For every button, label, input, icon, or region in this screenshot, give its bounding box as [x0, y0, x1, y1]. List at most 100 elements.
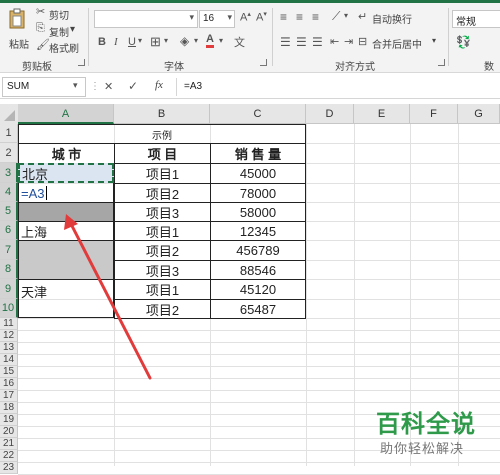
decrease-font-icon[interactable]: A▾ [256, 10, 267, 24]
row-header-3[interactable]: 3 [0, 163, 18, 183]
merge-center-button[interactable]: ⊟ 合并后居中 ▾ [358, 36, 444, 51]
header-item[interactable]: 项 目 [114, 143, 211, 164]
cell-item-4[interactable]: 项目2 [114, 183, 211, 203]
row-header-10[interactable]: 10 [0, 299, 18, 318]
header-sales[interactable]: 销 售 量 [210, 143, 306, 164]
alignment-launcher-icon[interactable] [438, 59, 445, 66]
row-header-2[interactable]: 2 [0, 143, 18, 163]
column-header-c[interactable]: C [210, 104, 306, 124]
name-box[interactable]: SUM ▾ [2, 77, 86, 97]
enter-icon[interactable]: ✓ [128, 79, 138, 93]
align-center-icon[interactable]: ☰ [296, 35, 307, 49]
cell-a3[interactable]: 北京 [18, 163, 114, 183]
decrease-indent-icon[interactable]: ⇤ [330, 35, 339, 48]
column-header-e[interactable]: E [354, 104, 410, 124]
cell-a9[interactable]: 天津 [18, 279, 114, 318]
column-header-g[interactable]: G [458, 104, 500, 124]
cell-a6[interactable]: 上海 [18, 221, 114, 241]
row-header-11[interactable]: 11 [0, 318, 18, 330]
cell-sales-5[interactable]: 58000 [210, 202, 306, 222]
name-box-dropdown-icon[interactable]: ▾ [73, 80, 78, 91]
number-format-dropdown[interactable]: 常规 [452, 10, 500, 28]
align-left-icon[interactable]: ☰ [280, 35, 291, 49]
cell-item-9[interactable]: 项目1 [114, 279, 211, 300]
row-header-21[interactable]: 21 [0, 438, 18, 450]
select-all-button[interactable] [0, 104, 19, 125]
cell-item-6[interactable]: 项目1 [114, 221, 211, 241]
fill-color-dropdown-icon[interactable]: ▾ [194, 36, 198, 45]
cell-item-5[interactable]: 项目3 [114, 202, 211, 222]
column-header-b[interactable]: B [114, 104, 210, 124]
cell-a4-editing[interactable]: =A3 [18, 183, 114, 203]
cell-sales-7[interactable]: 456789 [210, 240, 306, 261]
cell-item-10[interactable]: 项目2 [114, 299, 211, 319]
font-color-dropdown-icon[interactable]: ▾ [219, 36, 223, 45]
row-header-23[interactable]: 23 [0, 462, 18, 474]
cell-a5-selected[interactable] [18, 202, 114, 222]
increase-font-icon[interactable]: A▴ [240, 10, 251, 24]
underline-dropdown-icon[interactable]: ▾ [138, 36, 142, 45]
phonetic-icon[interactable]: 文 [234, 34, 245, 50]
paste-button[interactable]: 粘贴 [6, 6, 29, 52]
cell-sales-4[interactable]: 78000 [210, 183, 306, 203]
row-header-8[interactable]: 8 [0, 260, 18, 279]
border-dropdown-icon[interactable]: ▾ [164, 36, 168, 45]
row-header-6[interactable]: 6 [0, 221, 18, 240]
align-bottom-icon[interactable]: ≡ [312, 10, 319, 24]
row-header-13[interactable]: 13 [0, 342, 18, 354]
row-header-18[interactable]: 18 [0, 402, 18, 414]
orientation-icon[interactable]: ⟋ [332, 9, 340, 24]
italic-icon[interactable]: I [114, 36, 118, 48]
row-header-17[interactable]: 17 [0, 390, 18, 402]
cell-sales-6[interactable]: 12345 [210, 221, 306, 241]
font-name-dropdown[interactable]: ▾ [94, 10, 198, 28]
row-header-7[interactable]: 7 [0, 240, 18, 260]
currency-icon[interactable]: 💱 [456, 35, 471, 49]
copy-button[interactable]: ⎘ 复制 ▾ [36, 22, 80, 39]
cell-sales-10[interactable]: 65487 [210, 299, 306, 319]
row-header-12[interactable]: 12 [0, 330, 18, 342]
fill-color-icon[interactable]: ◈ [180, 34, 189, 48]
border-icon[interactable]: ⊞ [150, 34, 161, 50]
font-color-icon[interactable]: A [206, 34, 214, 48]
header-city[interactable]: 城 市 [18, 143, 115, 164]
column-header-d[interactable]: D [306, 104, 354, 124]
formula-bar-grip-icon[interactable]: ⋮ [90, 81, 100, 92]
title-cell[interactable]: 示例 [18, 124, 306, 144]
cell-sales-8[interactable]: 88546 [210, 260, 306, 280]
cell-item-7[interactable]: 项目2 [114, 240, 211, 261]
row-header-22[interactable]: 22 [0, 450, 18, 462]
cut-button[interactable]: ✂ 剪切 [36, 6, 76, 22]
row-header-20[interactable]: 20 [0, 426, 18, 438]
copy-dropdown-icon[interactable]: ▾ [70, 24, 75, 35]
column-header-a[interactable]: A [18, 104, 114, 124]
clipboard-launcher-icon[interactable] [78, 59, 85, 66]
column-header-f[interactable]: F [410, 104, 458, 124]
row-header-19[interactable]: 19 [0, 414, 18, 426]
font-launcher-icon[interactable] [260, 59, 267, 66]
align-middle-icon[interactable]: ≡ [296, 10, 303, 24]
cancel-icon[interactable]: ✕ [104, 80, 113, 93]
row-header-4[interactable]: 4 [0, 183, 18, 202]
underline-icon[interactable]: U [128, 36, 136, 48]
row-header-16[interactable]: 16 [0, 378, 18, 390]
cell-sales-9[interactable]: 45120 [210, 279, 306, 300]
row-header-14[interactable]: 14 [0, 354, 18, 366]
wrap-text-button[interactable]: ↵ 自动换行 [358, 10, 428, 26]
increase-indent-icon[interactable]: ⇥ [344, 35, 353, 48]
insert-function-icon[interactable]: fx [155, 79, 163, 91]
row-header-15[interactable]: 15 [0, 366, 18, 378]
align-right-icon[interactable]: ☰ [312, 35, 323, 49]
format-painter-button[interactable]: 🖌 格式刷 [36, 39, 80, 55]
cell-sales-3[interactable]: 45000 [210, 163, 306, 184]
cell-item-3[interactable]: 项目1 [114, 163, 211, 184]
align-top-icon[interactable]: ≡ [280, 10, 287, 24]
cell-item-8[interactable]: 项目3 [114, 260, 211, 280]
merge-dropdown-icon[interactable]: ▾ [432, 36, 436, 45]
orientation-dropdown-icon[interactable]: ▾ [344, 11, 348, 20]
row-header-1[interactable]: 1 [0, 124, 18, 143]
row-header-5[interactable]: 5 [0, 202, 18, 221]
row-header-9[interactable]: 9 [0, 279, 18, 299]
font-size-dropdown[interactable]: 16 ▾ [199, 10, 235, 28]
formula-input[interactable]: =A3 [184, 81, 202, 92]
